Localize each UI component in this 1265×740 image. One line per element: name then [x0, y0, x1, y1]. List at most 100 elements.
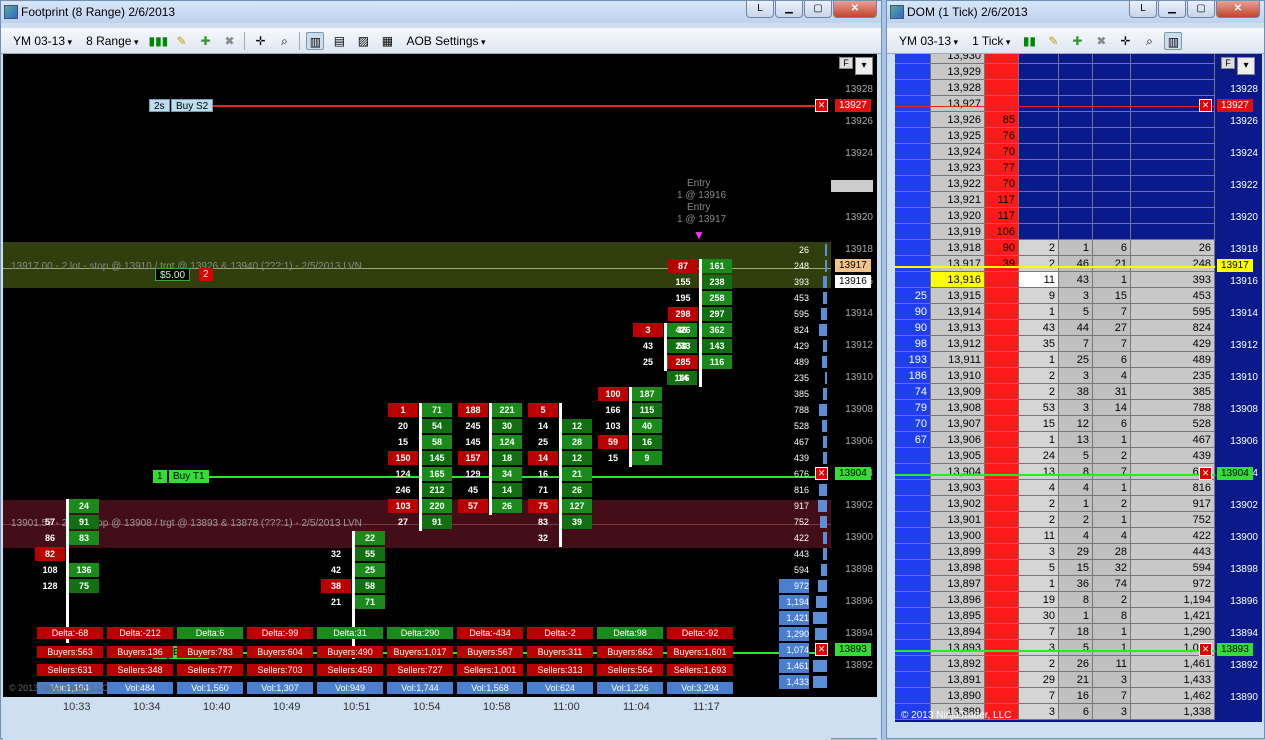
add-indicator-icon[interactable]: ✚: [196, 32, 214, 50]
remove-indicator-icon[interactable]: ✖: [1092, 32, 1110, 50]
dom-row[interactable]: 13,930: [895, 54, 1215, 64]
buy-t1-label[interactable]: Buy T1: [169, 470, 209, 483]
dom-row[interactable]: 13,901 2 2 1 752: [895, 512, 1215, 528]
dom-row[interactable]: 13,926 85: [895, 112, 1215, 128]
maximize-button[interactable]: ▢: [804, 1, 832, 18]
dom-row[interactable]: 13,891 29 21 3 1,433: [895, 672, 1215, 688]
dom-row[interactable]: 98 13,912 35 7 7 429: [895, 336, 1215, 352]
dom-row[interactable]: 13,922 70: [895, 176, 1215, 192]
dom-row[interactable]: 13,899 3 29 28 443: [895, 544, 1215, 560]
minimize-button[interactable]: ▁: [775, 1, 803, 18]
dom-order-price-tag[interactable]: 13904: [1217, 467, 1253, 480]
dom-row[interactable]: 13,927: [895, 96, 1215, 112]
dom-row[interactable]: 67 13,906 1 13 1 467: [895, 432, 1215, 448]
dom-row[interactable]: 13,892 2 26 11 1,461: [895, 656, 1215, 672]
axis-menu-button[interactable]: F: [839, 57, 853, 69]
volume-profile-value: 1,074: [779, 643, 809, 657]
dom-row[interactable]: 13,890 7 16 7 1,462: [895, 688, 1215, 704]
dom-row[interactable]: 13,917 39 2 46 21 248: [895, 256, 1215, 272]
dom-row[interactable]: 13,895 30 1 8 1,421: [895, 608, 1215, 624]
link-button[interactable]: L: [746, 1, 774, 18]
cancel-order-icon[interactable]: ✕: [1199, 99, 1212, 112]
cancel-order-icon[interactable]: ✕: [1199, 467, 1212, 480]
dom-row[interactable]: 13,898 5 15 32 594: [895, 560, 1215, 576]
instrument-selector[interactable]: YM 03-13: [9, 34, 76, 48]
dom-order-price-tag[interactable]: 13893: [1217, 643, 1253, 656]
dom-row[interactable]: 90 13,914 1 5 7 595: [895, 304, 1215, 320]
dom-row[interactable]: 13,925 76: [895, 128, 1215, 144]
period-selector[interactable]: 8 Range: [82, 34, 142, 48]
buy-t1-qty[interactable]: 1: [153, 470, 167, 483]
dom-row[interactable]: 13,929: [895, 64, 1215, 80]
maximize-button[interactable]: ▢: [1187, 1, 1215, 18]
dom-titlebar[interactable]: DOM (1 Tick) 2/6/2013 L ▁ ▢ ✕: [887, 1, 1264, 23]
pencil-icon[interactable]: ✎: [1044, 32, 1062, 50]
dom-row[interactable]: 13,921 117: [895, 192, 1215, 208]
zoom-icon[interactable]: ⌕: [1140, 32, 1158, 50]
dom-row[interactable]: 13,897 1 36 74 972: [895, 576, 1215, 592]
crosshair-icon[interactable]: ✛: [251, 32, 269, 50]
axis-scroll-button[interactable]: ▾: [1237, 57, 1255, 75]
axis-scroll-button[interactable]: ▾: [855, 57, 873, 75]
dom-row[interactable]: 13,920 117: [895, 208, 1215, 224]
cancel-order-icon[interactable]: ✕: [815, 99, 828, 112]
dom-ladder[interactable]: 13,930 13,929 13,928 13,927 13,926 85 13,925 76…: [895, 54, 1215, 722]
zoom-icon[interactable]: ⌕: [275, 32, 293, 50]
stat-delta: Delta:-92: [667, 627, 733, 639]
price-axis[interactable]: F ▾ 139281392613924139221392013918139161…: [831, 54, 877, 697]
dom-price-axis[interactable]: F ▾ 13928 13926 13924 13922 13920 13918 13916 1…: [1215, 54, 1262, 722]
order-price-tag-buy-t2[interactable]: 13893: [835, 643, 871, 656]
chart-trader-icon[interactable]: ▥: [306, 31, 325, 50]
dom-row[interactable]: 13,893 3 5 1 1,074: [895, 640, 1215, 656]
dom-row[interactable]: 90 13,913 43 44 27 824: [895, 320, 1215, 336]
axis-menu-button[interactable]: F: [1221, 57, 1235, 69]
buy-s2-qty[interactable]: 2s: [149, 99, 170, 112]
dom-row[interactable]: 193 13,911 1 25 6 489: [895, 352, 1215, 368]
buy-s2-label[interactable]: Buy S2: [171, 99, 214, 112]
aob-settings-menu[interactable]: AOB Settings: [402, 34, 489, 48]
cancel-order-icon[interactable]: ✕: [1199, 643, 1212, 656]
remove-indicator-icon[interactable]: ✖: [220, 32, 238, 50]
image-icon[interactable]: ▨: [354, 32, 372, 50]
dom-order-price-tag[interactable]: 13917: [1217, 259, 1253, 272]
dom-row[interactable]: 13,902 2 1 2 917: [895, 496, 1215, 512]
dom-row[interactable]: 186 13,910 2 3 4 235: [895, 368, 1215, 384]
dom-row[interactable]: 13,903 4 4 1 816: [895, 480, 1215, 496]
bar-type-icon[interactable]: ▮▮▮: [148, 32, 168, 50]
close-button[interactable]: ✕: [1216, 1, 1260, 18]
dom-row[interactable]: 13,924 70: [895, 144, 1215, 160]
footprint-chart[interactable]: 13917.00 - 2 lot - stop @ 13910 / trgt @…: [3, 54, 831, 697]
minimize-button[interactable]: ▁: [1158, 1, 1186, 18]
dom-row[interactable]: 70 13,907 15 12 6 528: [895, 416, 1215, 432]
properties-icon[interactable]: ▦: [378, 32, 396, 50]
bar-type-icon[interactable]: ▮▮: [1020, 32, 1038, 50]
close-button[interactable]: ✕: [833, 1, 877, 18]
dom-instrument-selector[interactable]: YM 03-13: [895, 34, 962, 48]
dom-row[interactable]: 13,928: [895, 80, 1215, 96]
data-box-icon[interactable]: ▤: [330, 32, 348, 50]
footprint-titlebar[interactable]: Footprint (8 Range) 2/6/2013 L ▁ ▢ ✕: [1, 1, 881, 23]
dom-row[interactable]: 13,900 11 4 4 422: [895, 528, 1215, 544]
order-price-tag-buy-s2[interactable]: 13927: [835, 99, 871, 112]
dom-period-selector[interactable]: 1 Tick: [968, 34, 1014, 48]
dom-row[interactable]: 13,896 19 8 2 1,194: [895, 592, 1215, 608]
crosshair-icon[interactable]: ✛: [1116, 32, 1134, 50]
dom-row[interactable]: 13,9041387676: [895, 464, 1215, 480]
dom-row[interactable]: 13,918 90 2 1 6 26: [895, 240, 1215, 256]
pencil-icon[interactable]: ✎: [172, 32, 190, 50]
cancel-order-icon[interactable]: ✕: [815, 467, 828, 480]
dom-row[interactable]: 74 13,909 2 38 31 385: [895, 384, 1215, 400]
dom-row[interactable]: 13,916 11 43 1 393: [895, 272, 1215, 288]
add-indicator-icon[interactable]: ✚: [1068, 32, 1086, 50]
dom-row[interactable]: 79 13,908 53 3 14 788: [895, 400, 1215, 416]
dom-row[interactable]: 13,919 106: [895, 224, 1215, 240]
dom-order-price-tag[interactable]: 13927: [1217, 99, 1253, 112]
dom-row[interactable]: 25 13,915 9 3 15 453: [895, 288, 1215, 304]
link-button[interactable]: L: [1129, 1, 1157, 18]
chart-trader-icon[interactable]: ▥: [1164, 31, 1183, 50]
dom-row[interactable]: 13,894 7 18 1 1,290: [895, 624, 1215, 640]
dom-row[interactable]: 13,905 24 5 2 439: [895, 448, 1215, 464]
cancel-order-icon[interactable]: ✕: [815, 643, 828, 656]
order-price-tag-buy-t1[interactable]: 13904: [835, 467, 871, 480]
dom-row[interactable]: 13,923 77: [895, 160, 1215, 176]
